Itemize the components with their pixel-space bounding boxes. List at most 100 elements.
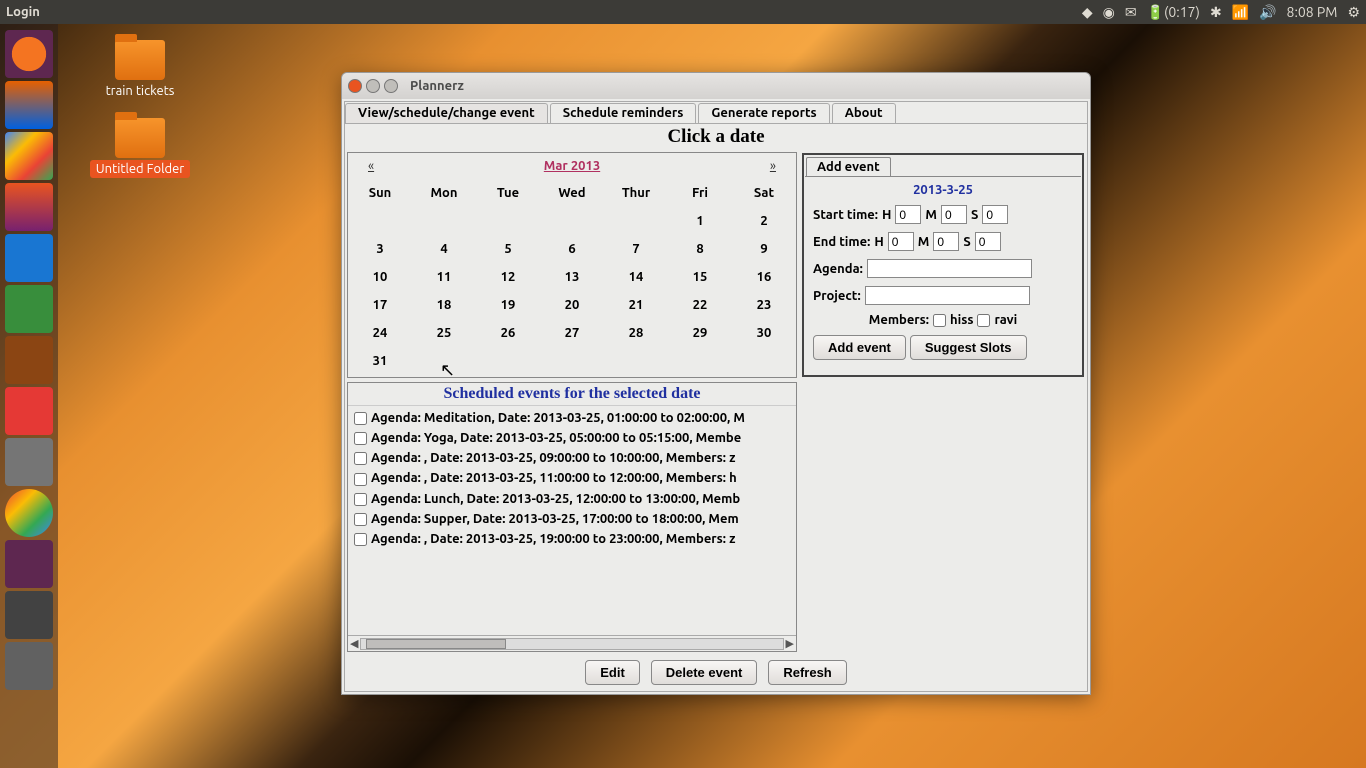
tab-schedule-reminders[interactable]: Schedule reminders: [550, 103, 697, 123]
tab-about[interactable]: About: [832, 103, 896, 123]
suggest-slots-button[interactable]: Suggest Slots: [910, 335, 1027, 360]
calendar-day[interactable]: 2: [732, 207, 796, 235]
calendar-day[interactable]: 15: [668, 263, 732, 291]
calendar-day[interactable]: 27: [540, 319, 604, 347]
event-checkbox[interactable]: [354, 533, 367, 546]
battery-icon[interactable]: 🔋(0:17): [1147, 4, 1200, 21]
launcher-writer-icon[interactable]: [5, 234, 53, 282]
calendar-day[interactable]: 23: [732, 291, 796, 319]
end-second-input[interactable]: [975, 232, 1001, 251]
launcher-dash-icon[interactable]: [5, 30, 53, 78]
gear-icon[interactable]: ⚙: [1347, 4, 1360, 21]
calendar-day[interactable]: 19: [476, 291, 540, 319]
end-hour-input[interactable]: [888, 232, 914, 251]
calendar-day[interactable]: 26: [476, 319, 540, 347]
scroll-thumb[interactable]: [366, 639, 506, 649]
event-item[interactable]: Agenda: Yoga, Date: 2013-03-25, 05:00:00…: [350, 428, 794, 448]
launcher-calc-icon[interactable]: [5, 285, 53, 333]
event-item[interactable]: Agenda: Lunch, Date: 2013-03-25, 12:00:0…: [350, 489, 794, 509]
calendar-day[interactable]: 24: [348, 319, 412, 347]
calendar-day[interactable]: 16: [732, 263, 796, 291]
launcher-files-icon[interactable]: [5, 183, 53, 231]
launcher-software-center-icon[interactable]: [5, 336, 53, 384]
edit-button[interactable]: Edit: [585, 660, 640, 685]
calendar-day[interactable]: 1: [668, 207, 732, 235]
refresh-button[interactable]: Refresh: [768, 660, 846, 685]
calendar-next[interactable]: »: [770, 159, 776, 173]
scroll-left-icon[interactable]: ◀: [350, 637, 358, 650]
window-minimize-icon[interactable]: [366, 79, 380, 93]
member-hiss-checkbox[interactable]: [933, 314, 946, 327]
window-maximize-icon[interactable]: [384, 79, 398, 93]
launcher-devices-icon[interactable]: [5, 642, 53, 690]
launcher-workspace-icon[interactable]: [5, 540, 53, 588]
event-item[interactable]: Agenda: , Date: 2013-03-25, 19:00:00 to …: [350, 529, 794, 549]
add-event-button[interactable]: Add event: [813, 335, 906, 360]
launcher-chrome-icon[interactable]: [5, 489, 53, 537]
launcher-chromium-icon[interactable]: [5, 132, 53, 180]
calendar-day[interactable]: 28: [604, 319, 668, 347]
calendar-day[interactable]: 4: [412, 235, 476, 263]
event-item[interactable]: Agenda: Meditation, Date: 2013-03-25, 01…: [350, 408, 794, 428]
event-checkbox[interactable]: [354, 493, 367, 506]
calendar-day[interactable]: 20: [540, 291, 604, 319]
menu-login[interactable]: Login: [6, 5, 40, 19]
calendar-day[interactable]: 13: [540, 263, 604, 291]
desktop-folder-untitled[interactable]: Untitled Folder: [80, 118, 200, 176]
desktop-folder-train-tickets[interactable]: train tickets: [80, 40, 200, 98]
calendar-day[interactable]: 18: [412, 291, 476, 319]
titlebar[interactable]: Plannerz: [342, 73, 1090, 99]
events-list[interactable]: Agenda: Meditation, Date: 2013-03-25, 01…: [348, 405, 796, 635]
calendar-day[interactable]: 17: [348, 291, 412, 319]
scroll-right-icon[interactable]: ▶: [786, 637, 794, 650]
calendar-day[interactable]: 25: [412, 319, 476, 347]
tab-view-schedule[interactable]: View/schedule/change event: [345, 103, 548, 123]
event-checkbox[interactable]: [354, 432, 367, 445]
event-item[interactable]: Agenda: Supper, Date: 2013-03-25, 17:00:…: [350, 509, 794, 529]
launcher-impress-icon[interactable]: [5, 387, 53, 435]
mail-icon[interactable]: ✉: [1125, 4, 1137, 21]
delete-event-button[interactable]: Delete event: [651, 660, 758, 685]
calendar-day[interactable]: 3: [348, 235, 412, 263]
start-second-input[interactable]: [982, 205, 1008, 224]
clock[interactable]: 8:08 PM: [1287, 4, 1338, 20]
calendar-day[interactable]: 29: [668, 319, 732, 347]
calendar-day[interactable]: 21: [604, 291, 668, 319]
calendar-day[interactable]: 12: [476, 263, 540, 291]
event-checkbox[interactable]: [354, 473, 367, 486]
end-minute-input[interactable]: [933, 232, 959, 251]
calendar-day[interactable]: 10: [348, 263, 412, 291]
launcher-monitor-icon[interactable]: [5, 438, 53, 486]
calendar-day[interactable]: 11: [412, 263, 476, 291]
network-icon[interactable]: ◉: [1103, 4, 1115, 21]
start-hour-input[interactable]: [895, 205, 921, 224]
start-minute-input[interactable]: [941, 205, 967, 224]
calendar-day[interactable]: 14: [604, 263, 668, 291]
launcher-firefox-icon[interactable]: [5, 81, 53, 129]
bluetooth-icon[interactable]: ✱: [1210, 4, 1222, 21]
calendar-day[interactable]: 7: [604, 235, 668, 263]
agenda-input[interactable]: [867, 259, 1032, 278]
event-checkbox[interactable]: [354, 513, 367, 526]
tab-add-event[interactable]: Add event: [806, 157, 891, 176]
calendar-day[interactable]: 9: [732, 235, 796, 263]
calendar-day[interactable]: 5: [476, 235, 540, 263]
horizontal-scrollbar[interactable]: ◀ ▶: [348, 635, 796, 651]
calendar-day[interactable]: 8: [668, 235, 732, 263]
volume-icon[interactable]: 🔊: [1259, 4, 1276, 21]
event-checkbox[interactable]: [354, 412, 367, 425]
event-item[interactable]: Agenda: , Date: 2013-03-25, 09:00:00 to …: [350, 448, 794, 468]
tab-generate-reports[interactable]: Generate reports: [698, 103, 829, 123]
launcher-eclipse-icon[interactable]: [5, 591, 53, 639]
app-indicator-icon[interactable]: ◆: [1082, 4, 1093, 21]
calendar-day[interactable]: 6: [540, 235, 604, 263]
event-checkbox[interactable]: [354, 452, 367, 465]
calendar-day[interactable]: 30: [732, 319, 796, 347]
project-input[interactable]: [865, 286, 1030, 305]
calendar-month[interactable]: Mar 2013: [544, 159, 600, 173]
calendar-prev[interactable]: «: [368, 159, 374, 173]
calendar-day[interactable]: 31: [348, 347, 412, 375]
member-ravi-checkbox[interactable]: [977, 314, 990, 327]
event-item[interactable]: Agenda: , Date: 2013-03-25, 11:00:00 to …: [350, 468, 794, 488]
window-close-icon[interactable]: [348, 79, 362, 93]
